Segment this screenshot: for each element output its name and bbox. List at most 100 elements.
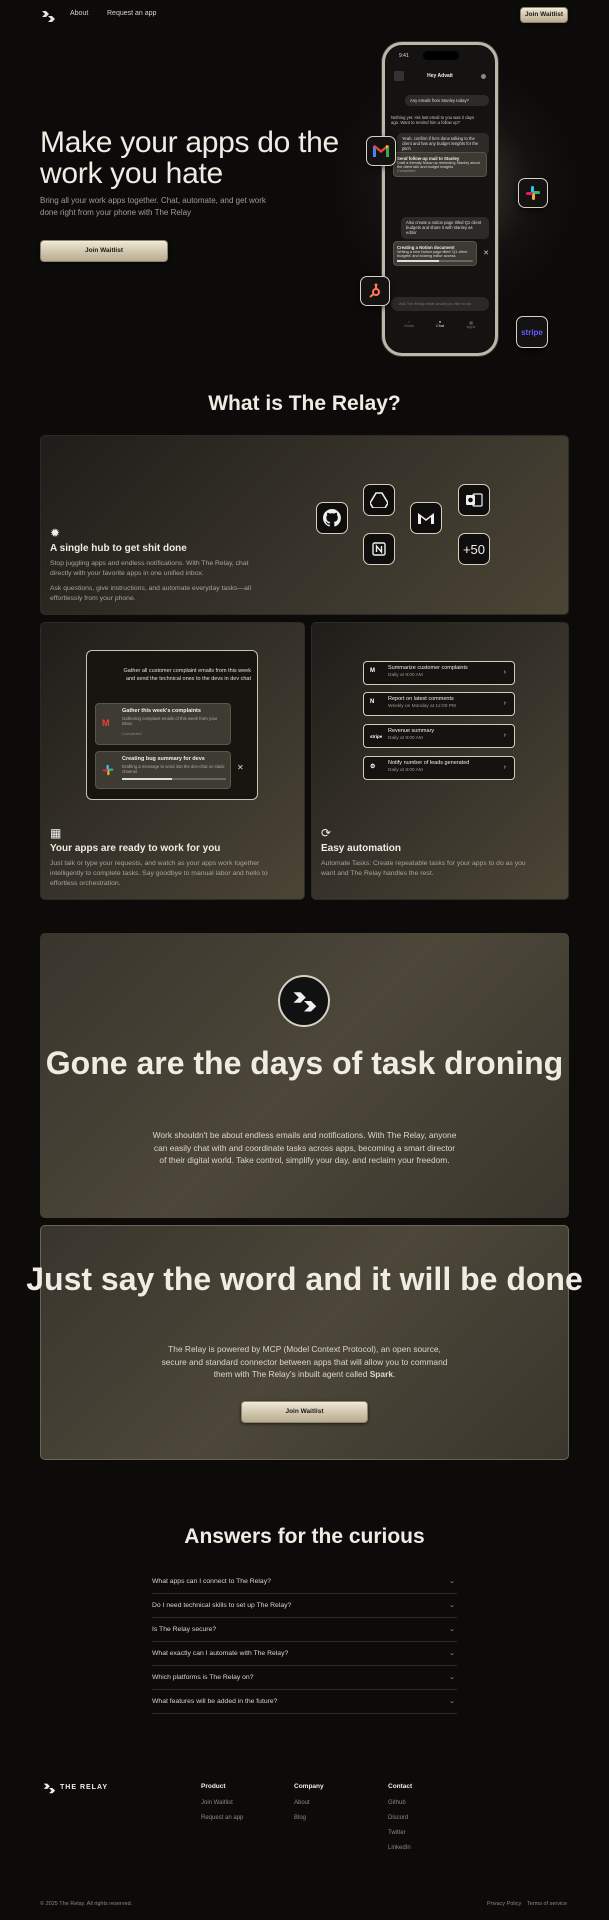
faq-item[interactable]: What features will be added in the futur… bbox=[152, 1690, 457, 1714]
footer-linkedin-link[interactable]: LinkedIn bbox=[388, 1845, 411, 1851]
footer-about-link[interactable]: About bbox=[294, 1800, 310, 1806]
dynamic-island bbox=[423, 51, 459, 60]
faq-item[interactable]: What exactly can I automate with The Rel… bbox=[152, 1642, 457, 1666]
task-text: Gathering complaint emails of this week … bbox=[122, 716, 218, 726]
chevron-down-icon: ⌄ bbox=[449, 1674, 455, 1681]
chevron-down-icon: ⌄ bbox=[449, 1578, 455, 1585]
chevron-down-icon: ⌄ bbox=[449, 1626, 455, 1633]
footer-copyright: © 2025 The Relay. All rights reserved. bbox=[40, 1901, 133, 1907]
footer-discord-link[interactable]: Discord bbox=[388, 1815, 408, 1821]
workflow-preview: Gather all customer complaint emails fro… bbox=[86, 650, 258, 800]
chat-message: Any emails from Stanley today? bbox=[405, 95, 489, 107]
automation-schedule: Daily at 9:00 AM bbox=[388, 673, 423, 678]
slack-icon bbox=[102, 764, 114, 776]
say-join-waitlist-button[interactable]: Join Waitlist bbox=[241, 1401, 368, 1423]
close-icon[interactable]: ✕ bbox=[483, 249, 489, 257]
automation-item[interactable]: stripe Revenue summary Daily at 9:00 AM … bbox=[363, 724, 515, 748]
footer-github-link[interactable]: Github bbox=[388, 1800, 406, 1806]
hero-title: Make your apps do the work you hate bbox=[40, 126, 339, 190]
section-title-what: What is The Relay? bbox=[208, 392, 401, 415]
nav-request-link[interactable]: Request an app bbox=[107, 10, 156, 17]
faq-item[interactable]: What apps can I connect to The Relay? ⌄ bbox=[152, 1570, 457, 1594]
google-drive-icon bbox=[363, 484, 395, 516]
automation-text: Automate Tasks: Create repeatable tasks … bbox=[321, 860, 526, 877]
gmail-icon bbox=[410, 502, 442, 534]
phone-chat-input[interactable]: Ask The Relay what would you like to do bbox=[391, 297, 489, 311]
footer-request-link[interactable]: Request an app bbox=[201, 1815, 243, 1821]
footer-product-heading: Product bbox=[201, 1783, 226, 1790]
github-icon bbox=[316, 502, 348, 534]
apps-work-title: Your apps are ready to work for you bbox=[50, 843, 221, 854]
automation-schedule: Weekly on Monday at 12:00 PM bbox=[388, 704, 456, 709]
automation-title: Report on latest comments bbox=[388, 696, 454, 702]
slack-icon bbox=[518, 178, 548, 208]
hub-title: A single hub to get shit done bbox=[50, 543, 187, 554]
spark-name: Spark bbox=[369, 1369, 393, 1379]
hubspot-icon: ⚙ bbox=[370, 764, 376, 770]
task-status: Completed bbox=[397, 169, 416, 173]
relay-logo-icon[interactable] bbox=[42, 1781, 56, 1795]
phone-nav-apps[interactable]: ▦ Apps bbox=[461, 320, 481, 329]
footer-join-waitlist-link[interactable]: Join Waitlist bbox=[201, 1800, 233, 1806]
notion-icon: N bbox=[370, 699, 375, 705]
chevron-right-icon: › bbox=[503, 669, 506, 676]
chat-reply: Nothing yet. His last email to you was 2… bbox=[391, 115, 475, 126]
automation-schedule: Daily at 8:00 AM bbox=[388, 768, 423, 773]
gmail-icon: M bbox=[370, 668, 375, 674]
footer-twitter-link[interactable]: Twitter bbox=[388, 1830, 406, 1836]
gmail-icon: M bbox=[102, 718, 110, 728]
gmail-icon bbox=[366, 136, 396, 166]
chevron-down-icon: ⌄ bbox=[449, 1698, 455, 1705]
automation-item[interactable]: ⚙ Notify number of leads generated Daily… bbox=[363, 756, 515, 780]
outlook-icon bbox=[458, 484, 490, 516]
task-card: Creating a Notion document Writing a new… bbox=[393, 241, 477, 266]
automation-title: Easy automation bbox=[321, 843, 402, 854]
task-title: Gather this week's complaints bbox=[122, 708, 201, 714]
hub-text: Ask questions, give instructions, and au… bbox=[50, 585, 251, 602]
footer-blog-link[interactable]: Blog bbox=[294, 1815, 306, 1821]
more-apps-count: +50 bbox=[458, 533, 490, 565]
close-icon[interactable]: ✕ bbox=[237, 763, 244, 772]
footer-terms-link[interactable]: Terms of service bbox=[527, 1901, 567, 1907]
task-status: Completed bbox=[122, 731, 142, 736]
task-card: Creating bug summary for devs Drafting a… bbox=[95, 751, 231, 789]
footer-privacy-link[interactable]: Privacy Policy bbox=[487, 1901, 521, 1907]
nav-join-waitlist-button[interactable]: Join Waitlist bbox=[520, 7, 568, 23]
chat-message: Also create a notion page titled Q1 clie… bbox=[401, 217, 489, 239]
stripe-icon: stripe bbox=[516, 316, 548, 348]
task-text: Draft a friendly follow up reminding Sta… bbox=[397, 161, 480, 169]
task-card: M Gather this week's complaints Gatherin… bbox=[95, 703, 231, 745]
automation-item[interactable]: N Report on latest comments Weekly on Mo… bbox=[363, 692, 515, 716]
faq-item[interactable]: Which platforms is The Relay on? ⌄ bbox=[152, 1666, 457, 1690]
apps-work-text: Just talk or type your requests, and wat… bbox=[50, 860, 268, 887]
phone-header: Hey Advait bbox=[427, 73, 453, 79]
phone-nav-home[interactable]: ⌂ Home bbox=[399, 320, 419, 328]
task-title: Creating bug summary for devs bbox=[122, 756, 205, 762]
relay-logo-icon bbox=[278, 975, 330, 1027]
chevron-right-icon: › bbox=[503, 700, 506, 707]
workflow-prompt: Gather all customer complaint emails fro… bbox=[123, 668, 251, 682]
gone-title: Gone are the days of task droning bbox=[45, 1045, 564, 1081]
faq-item[interactable]: Is The Relay secure? ⌄ bbox=[152, 1618, 457, 1642]
faq-title: Answers for the curious bbox=[184, 1525, 425, 1548]
say-text: The Relay is powered by MCP (Model Conte… bbox=[161, 1344, 448, 1379]
footer-contact-heading: Contact bbox=[388, 1783, 413, 1790]
stripe-icon: stripe bbox=[370, 734, 383, 739]
hub-text: Stop juggling apps and endless notificat… bbox=[50, 560, 249, 577]
phone-nav-chat[interactable]: ● Chat bbox=[430, 320, 450, 328]
relay-logo-icon[interactable] bbox=[40, 8, 56, 24]
gone-text: Work shouldn't be about endless emails a… bbox=[152, 1130, 457, 1165]
apps-grid-icon: ▦ bbox=[50, 826, 62, 840]
automation-schedule: Daily at 9:00 AM bbox=[388, 736, 423, 741]
automation-title: Notify number of leads generated bbox=[388, 760, 470, 766]
notion-icon bbox=[363, 533, 395, 565]
task-text: Drafting a message to send into the dev-… bbox=[122, 764, 225, 774]
automation-title: Summarize customer complaints bbox=[388, 665, 468, 671]
chevron-right-icon: › bbox=[503, 732, 506, 739]
faq-item[interactable]: Do I need technical skills to set up The… bbox=[152, 1594, 457, 1618]
chevron-down-icon: ⌄ bbox=[449, 1650, 455, 1657]
nav-about-link[interactable]: About bbox=[70, 10, 88, 17]
footer-brand: THE RELAY bbox=[60, 1784, 109, 1791]
automation-item[interactable]: M Summarize customer complaints Daily at… bbox=[363, 661, 515, 685]
hero-join-waitlist-button[interactable]: Join Waitlist bbox=[40, 240, 168, 262]
